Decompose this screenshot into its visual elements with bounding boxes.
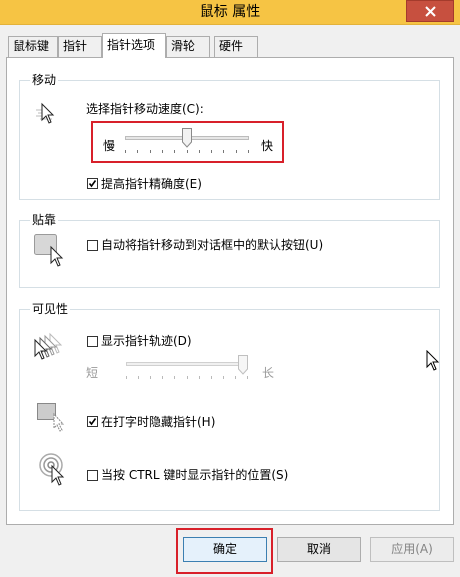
slider-tick [198,150,200,153]
hide-pointer-label[interactable]: 在打字时隐藏指针(H) [101,415,215,429]
ctrl-locate-label[interactable]: 当按 CTRL 键时显示指针的位置(S) [101,468,288,482]
slider-tick [138,376,140,379]
tab-wheel[interactable]: 滑轮 [166,36,210,57]
tab-pointer-options[interactable]: 指针选项 [102,33,166,58]
precision-label[interactable]: 提高指针精确度(E) [101,177,202,191]
slider-tick [162,376,164,379]
trail-length-slider-ticks [126,376,248,380]
close-button[interactable] [406,0,454,22]
snap-group-title: 贴靠 [30,213,59,227]
tab-pointers[interactable]: 指针 [58,36,102,57]
close-icon [425,6,436,17]
trails-label[interactable]: 显示指针轨迹(D) [101,334,192,348]
ok-button[interactable]: 确定 [183,537,267,562]
tab-buttons[interactable]: 鼠标键 [8,36,58,57]
snap-group [19,220,440,288]
cancel-button[interactable]: 取消 [277,537,361,562]
slider-tick [247,376,248,379]
long-label: 长 [262,366,275,380]
slider-tick [186,150,188,153]
pointer-speed-icon [36,102,55,124]
slow-label: 慢 [103,139,116,153]
hide-pointer-icon [37,403,65,432]
slider-tick [248,150,249,153]
snap-label[interactable]: 自动将指针移动到对话框中的默认按钮(U) [101,238,323,252]
pointer-trails-icon [34,332,63,360]
speed-label: 选择指针移动速度(C): [86,102,204,116]
ctrl-locate-icon [39,453,65,486]
ctrl-locate-checkbox[interactable] [87,470,98,481]
snap-checkbox[interactable] [87,240,98,251]
motion-group-title: 移动 [30,73,59,87]
short-label: 短 [86,366,99,380]
checkmark-icon [88,418,97,426]
slider-tick [161,150,163,153]
checkmark-icon [88,180,97,188]
slider-tick [150,376,152,379]
slider-tick [174,150,176,153]
slider-tick [174,376,176,379]
slider-tick [137,150,139,153]
fast-label: 快 [261,139,274,153]
slider-tick [186,376,188,379]
slider-tick [223,150,225,153]
window-title: 鼠标 属性 [199,4,261,20]
hide-pointer-checkbox[interactable] [87,416,98,427]
precision-checkbox[interactable] [87,178,98,189]
trails-checkbox[interactable] [87,336,98,347]
mouse-cursor-icon [426,350,440,371]
speed-slider-thumb[interactable] [182,128,192,148]
slider-tick [211,150,213,153]
trail-length-slider-thumb[interactable] [238,355,248,375]
snap-to-button-icon [34,234,64,267]
slider-tick [149,150,151,153]
slider-tick [210,376,212,379]
visibility-group-title: 可见性 [30,302,71,316]
slider-tick [235,150,237,153]
slider-tick [198,376,200,379]
slider-tick [222,376,224,379]
apply-button[interactable]: 应用(A) [370,537,454,562]
slider-tick [234,376,236,379]
trail-length-slider-track[interactable] [126,362,248,366]
slider-tick [126,376,127,379]
slider-tick [125,150,126,153]
speed-slider-ticks [125,150,249,154]
tab-hardware[interactable]: 硬件 [214,36,258,57]
